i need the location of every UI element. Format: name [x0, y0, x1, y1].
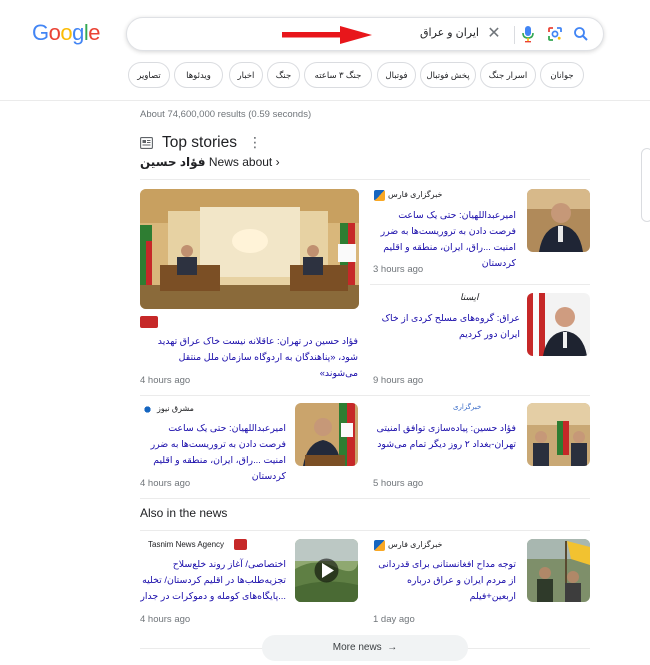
big-story-image[interactable]	[140, 189, 359, 309]
search-icon[interactable]	[573, 26, 589, 42]
newspaper-icon	[140, 137, 153, 149]
chip[interactable]: جنگ	[267, 62, 300, 88]
section-divider	[140, 395, 590, 396]
story-time: 4 hours ago	[140, 478, 191, 489]
chevron-right-icon: ›	[275, 155, 280, 169]
chip[interactable]: اخبار	[229, 62, 263, 88]
story-thumbnail[interactable]	[527, 293, 590, 356]
story-headline[interactable]: امیرعبداللهیان: حتی یک ساعت فرصت دادن به…	[370, 207, 516, 271]
search-divider	[514, 26, 515, 44]
story-source: ایسنا	[460, 292, 479, 302]
story-thumbnail[interactable]	[295, 403, 358, 466]
chip[interactable]: جوانان	[540, 62, 584, 88]
story-headline[interactable]: عراق: گروه‌های مسلح کردی از خاک ایران دو…	[370, 310, 520, 342]
story-source: خبرگزاری	[453, 404, 482, 411]
red-arrow-annotation	[282, 26, 372, 44]
news-about-name: فؤاد حسین	[140, 155, 206, 169]
chip[interactable]: تصاویر	[128, 62, 170, 88]
story-time: 4 hours ago	[140, 614, 191, 625]
story-headline[interactable]: فؤاد حسین: پیاده‌سازی توافق امنیتی تهران…	[370, 420, 517, 452]
more-news-button[interactable]: More news →	[262, 635, 468, 661]
story-source: خبرگزاری فارس	[388, 190, 443, 199]
story-source: خبرگزاری فارس	[388, 540, 443, 549]
story-headline[interactable]: امیرعبداللهیان: حتی یک ساعت فرصت دادن به…	[140, 420, 286, 484]
source-logo	[142, 404, 153, 415]
chip[interactable]: پخش فوتبال	[420, 62, 476, 88]
story-thumbnail[interactable]	[527, 189, 590, 252]
chip[interactable]: فوتبال	[377, 62, 416, 88]
header-divider	[0, 100, 650, 101]
news-about-prefix: News about	[208, 155, 273, 169]
story-thumbnail[interactable]	[527, 539, 590, 602]
section-divider	[140, 179, 590, 180]
section-divider	[140, 530, 590, 531]
google-lens-icon[interactable]	[547, 26, 563, 42]
story-time: 5 hours ago	[373, 478, 424, 489]
microphone-icon[interactable]	[521, 25, 535, 43]
also-in-news-title: Also in the news	[140, 506, 228, 520]
chip[interactable]: جنگ ۳ ساعته	[304, 62, 372, 88]
big-story-time: 4 hours ago	[140, 375, 191, 386]
clear-icon[interactable]: ✕	[485, 24, 503, 44]
top-stories-title: Top stories	[162, 134, 237, 151]
search-input[interactable]: ایران و عراق	[420, 26, 479, 39]
story-source: Tasnim News Agency	[148, 540, 225, 549]
story-time: 9 hours ago	[373, 375, 424, 386]
source-logo	[234, 539, 247, 550]
story-headline[interactable]: اختصاصی/ آغاز روند خلع‌سلاح تجزیه‌طلب‌ها…	[140, 556, 286, 604]
story-thumbnail[interactable]	[527, 403, 590, 466]
arrow-right-icon: →	[384, 642, 398, 653]
source-logo	[140, 316, 158, 328]
story-time: 3 hours ago	[373, 264, 424, 275]
story-time: 1 day ago	[373, 614, 415, 625]
big-story-headline[interactable]: فؤاد حسین در تهران: عاقلانه نیست خاک عرا…	[140, 333, 358, 381]
source-logo	[374, 540, 385, 551]
chip[interactable]: ویدئوها	[174, 62, 223, 88]
story-divider	[370, 284, 590, 285]
story-source: مشرق نیوز	[157, 404, 194, 413]
news-about-link[interactable]: فؤاد حسین News about ›	[140, 155, 280, 169]
chip[interactable]: اسرار جنگ	[480, 62, 536, 88]
more-options-icon[interactable]: ⋮	[248, 134, 262, 151]
section-divider	[140, 498, 590, 499]
story-headline[interactable]: توجه مداح افغانستانی برای قدردانی از مرد…	[370, 556, 516, 604]
more-news-label: More news	[332, 642, 382, 653]
video-thumbnail[interactable]	[295, 539, 358, 602]
google-logo[interactable]: Google	[32, 20, 102, 50]
source-logo	[374, 190, 385, 201]
side-panel-tab[interactable]	[641, 148, 650, 222]
result-stats: About 74,600,000 results (0.59 seconds)	[140, 109, 312, 120]
